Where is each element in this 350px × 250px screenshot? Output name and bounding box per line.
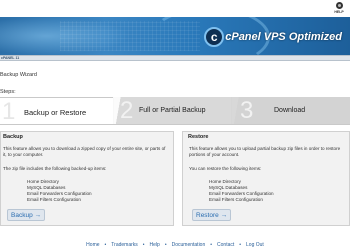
page-title: Backup Wizard <box>0 72 37 78</box>
cpanel-logo: c cPanel VPS Optimized <box>204 27 342 47</box>
footer-link-documentation[interactable]: Documentation <box>172 242 206 248</box>
wizard-steps: 1 Backup or Restore 2 Full or Partial Ba… <box>0 97 350 124</box>
backup-panel-title: Backup <box>3 134 23 140</box>
list-item: Email Filters Configuration <box>209 197 263 202</box>
header-banner: c cPanel VPS Optimized <box>0 17 350 55</box>
brand-text: cPanel VPS Optimized <box>225 31 342 43</box>
restore-description: This feature allows you to upload partia… <box>189 146 341 157</box>
step-label: Full or Partial Backup <box>139 107 206 114</box>
footer-link-contact[interactable]: Contact <box>217 242 234 248</box>
footer-link-help[interactable]: Help <box>150 242 160 248</box>
restore-panel-title: Restore <box>188 134 209 140</box>
backup-description: This feature allows you to download a zi… <box>3 146 166 157</box>
restore-panel: Restore This feature allows you to uploa… <box>182 131 350 226</box>
backup-items-list: Home Directory MySQL Databases Email For… <box>27 179 92 203</box>
step-tab-backup-or-restore[interactable]: 1 Backup or Restore <box>0 97 113 124</box>
breadcrumb-bar: cPANEL 11 <box>0 55 350 61</box>
step-label: Backup or Restore <box>24 108 87 117</box>
step-label: Download <box>274 107 306 114</box>
breadcrumb[interactable]: cPANEL 11 <box>1 56 19 61</box>
help-label: HELP <box>334 10 344 14</box>
restore-button[interactable]: Restore → <box>192 209 232 221</box>
cpanel-logo-icon: c <box>204 27 225 47</box>
steps-label: Steps: <box>0 89 16 95</box>
step-tab-full-or-partial-backup[interactable]: 2 Full or Partial Backup <box>113 97 231 124</box>
backup-button[interactable]: Backup → <box>7 209 45 221</box>
restore-items-list: Home Directory MySQL Databases Email For… <box>209 179 274 203</box>
footer-link-log-out[interactable]: Log Out <box>246 242 264 248</box>
step-number-3-icon: 3 <box>240 97 254 124</box>
step-number-1-icon: 1 <box>2 98 16 125</box>
help-icon <box>335 2 343 9</box>
backup-panel: Backup This feature allows you to downlo… <box>0 131 174 226</box>
restore-intro: You can restore the following items: <box>189 166 262 171</box>
step-number-2-icon: 2 <box>120 97 134 124</box>
divider <box>0 124 350 125</box>
backup-intro: The zip file includes the following back… <box>3 166 107 171</box>
footer-link-trademarks[interactable]: Trademarks <box>111 242 138 248</box>
footer-links: Home • Trademarks • Help • Documentation • C… <box>86 242 264 248</box>
list-item: Email Filters Configuration <box>27 197 81 202</box>
help-button[interactable]: HELP <box>332 2 346 16</box>
footer-link-home[interactable]: Home <box>86 242 99 248</box>
top-bar: HELP <box>0 0 350 17</box>
step-tab-download[interactable]: 3 Download <box>231 97 350 124</box>
